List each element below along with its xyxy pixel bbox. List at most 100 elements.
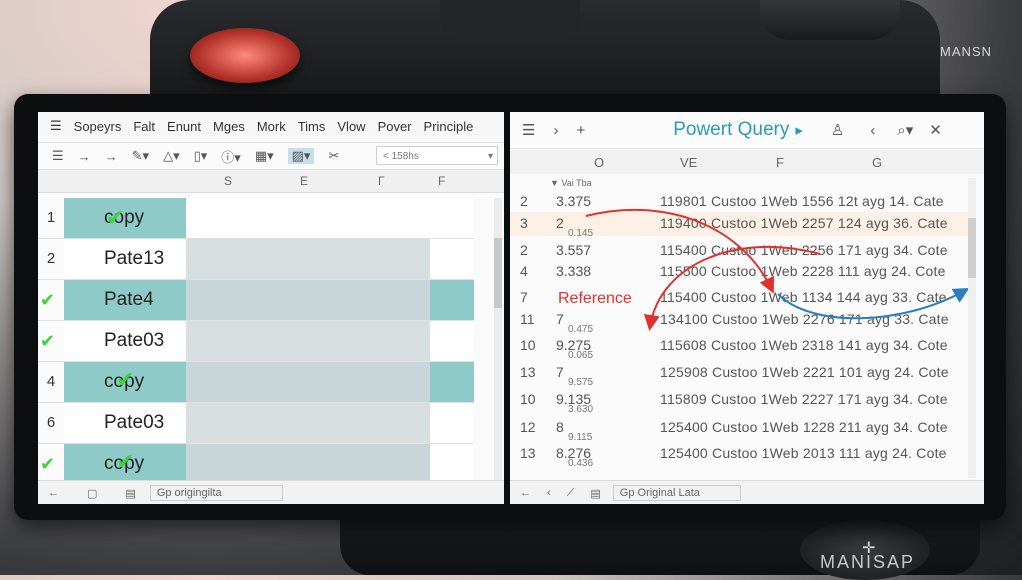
control-dial (760, 0, 900, 40)
column-header: S E Γ F (38, 170, 504, 193)
table-row[interactable]: 6 Pate03 (38, 403, 474, 444)
arrow-right-icon[interactable]: → (78, 149, 91, 164)
cell[interactable]: copy ✔ (64, 362, 186, 402)
table-row[interactable]: ✔ Pate4 (38, 280, 474, 321)
menu-item[interactable]: Vlow (337, 119, 365, 134)
red-arrow (643, 245, 821, 331)
column-label[interactable]: F (438, 174, 445, 188)
menu-item[interactable]: Falt (133, 119, 155, 134)
arrow-left-icon[interactable]: ← (48, 487, 59, 499)
reference-label: Reference (558, 290, 632, 307)
cell[interactable] (186, 321, 430, 361)
menu-bar: ☰ Sopeyrs Falt Enunt Mges Mork Tims Vlow… (38, 112, 504, 140)
sheet-selector[interactable]: Gp origingilta (149, 485, 283, 501)
cell-text: Pate4 (104, 289, 154, 310)
table-row[interactable]: 1 copy ✔ (38, 198, 474, 239)
menu-item[interactable]: Principle (424, 119, 474, 134)
camera-brand-bottom: MANISAP (820, 552, 916, 572)
cell[interactable] (430, 444, 474, 484)
menu-item[interactable]: Pover (378, 119, 412, 134)
vertical-scrollbar[interactable] (494, 198, 502, 488)
row-number: 1 (46, 209, 56, 226)
phone-icon[interactable]: ▯▾ (194, 148, 208, 164)
chevron-left-icon[interactable]: ‹ (547, 487, 551, 499)
check-icon: ✔ (40, 454, 56, 474)
check-icon: ✔ (116, 367, 135, 392)
status-bar: ← ▢ ▤ Gp origingilta (38, 480, 504, 504)
arrow-left-icon[interactable]: ← (520, 487, 531, 499)
camera-hotshoe (440, 0, 580, 40)
cell[interactable] (186, 280, 430, 320)
scroll-thumb[interactable] (494, 238, 502, 308)
menu-item[interactable]: Sopeyrs (74, 119, 122, 134)
doc-icon[interactable]: ▤ (590, 487, 600, 500)
doc-icon[interactable]: ▤ (125, 487, 135, 500)
cell-text: Pate03 (104, 412, 165, 433)
cell[interactable]: Pate03 (64, 321, 186, 361)
status-bar: ← ‹ ⟋ ▤ Gp Original Lata (510, 480, 984, 504)
row-number: ✔ (38, 280, 64, 320)
mode-dial (190, 28, 300, 83)
line-icon[interactable]: ⟋ (567, 487, 575, 500)
column-label[interactable]: Γ (378, 174, 385, 188)
menu-icon[interactable]: ☰ (52, 148, 64, 164)
row-number: 6 (46, 414, 56, 431)
cell-text: Pate03 (104, 330, 165, 351)
row-number: 4 (46, 373, 56, 390)
cell[interactable] (186, 403, 430, 443)
formula-bar[interactable]: < 158hs ▾ (376, 146, 498, 165)
menu-item[interactable]: Mork (257, 119, 286, 134)
formula-value: < 158hs (383, 151, 419, 162)
check-icon: ✔ (40, 331, 56, 351)
cell[interactable] (430, 239, 474, 279)
sheet-rows: 1 copy ✔ 2 Pate13 ✔ Pate4 ✔ Pate03 4 cop… (38, 198, 474, 485)
cell-text: Pate13 (104, 248, 165, 269)
check-icon: ✔ (106, 205, 125, 230)
menu-item[interactable]: Tims (298, 119, 326, 134)
cell[interactable]: Pate4 (64, 280, 186, 320)
grid-icon[interactable]: ▦▾ (255, 148, 274, 164)
spreadsheet-pane: ☰ Sopeyrs Falt Enunt Mges Mork Tims Vlow… (38, 112, 504, 504)
info-icon[interactable]: ⓘ▾ (221, 147, 241, 166)
scroll-thumb[interactable] (968, 218, 976, 278)
cell[interactable] (430, 362, 474, 402)
cell[interactable] (430, 403, 474, 443)
column-label[interactable]: E (300, 174, 308, 188)
check-icon: ✔ (116, 449, 135, 474)
table-row[interactable]: ✔ Pate03 (38, 321, 474, 362)
cell[interactable]: copy ✔ (64, 198, 186, 238)
scissors-icon[interactable]: ✂ (328, 148, 339, 164)
row-number: ✔ (38, 444, 64, 484)
table-row[interactable]: 2 Pate13 (38, 239, 474, 280)
toolbar: ☰ → → ✎▾ △▾ ▯▾ ⓘ▾ ▦▾ ▨▾ ✂ < 158hs ▾ (38, 142, 504, 170)
red-arrow (585, 208, 775, 294)
menu-item[interactable]: Enunt (167, 119, 201, 134)
image-icon[interactable]: ▨▾ (287, 148, 315, 164)
chevron-down-icon: ▾ (487, 151, 493, 162)
table-row[interactable]: 4 copy ✔ (38, 362, 474, 403)
cell[interactable]: Pate13 (64, 239, 186, 279)
cell[interactable] (186, 362, 430, 402)
blue-arrow (777, 288, 970, 320)
check-icon: ✔ (40, 290, 56, 310)
source-selector[interactable]: Gp Original Lata (612, 485, 741, 501)
row-number: ✔ (38, 321, 64, 361)
arrow-right-icon[interactable]: → (105, 149, 118, 164)
cell[interactable]: copy ✔ (64, 444, 186, 484)
cell[interactable] (430, 321, 474, 361)
menu-item[interactable]: Mges (213, 119, 245, 134)
warning-icon[interactable]: △▾ (163, 148, 180, 164)
cell[interactable] (430, 198, 474, 238)
page-icon[interactable]: ▢ (87, 487, 97, 500)
pen-icon[interactable]: ✎▾ (132, 148, 149, 164)
row-number: 2 (46, 250, 56, 267)
cell[interactable] (430, 280, 474, 320)
cell[interactable]: Pate03 (64, 403, 186, 443)
column-label[interactable]: S (224, 174, 232, 188)
vertical-scrollbar[interactable] (968, 178, 976, 478)
menu-icon[interactable]: ☰ (50, 118, 62, 134)
cell[interactable] (186, 198, 430, 238)
table-row[interactable]: ✔ copy ✔ (38, 444, 474, 485)
cell[interactable] (186, 444, 430, 484)
cell[interactable] (186, 239, 430, 279)
